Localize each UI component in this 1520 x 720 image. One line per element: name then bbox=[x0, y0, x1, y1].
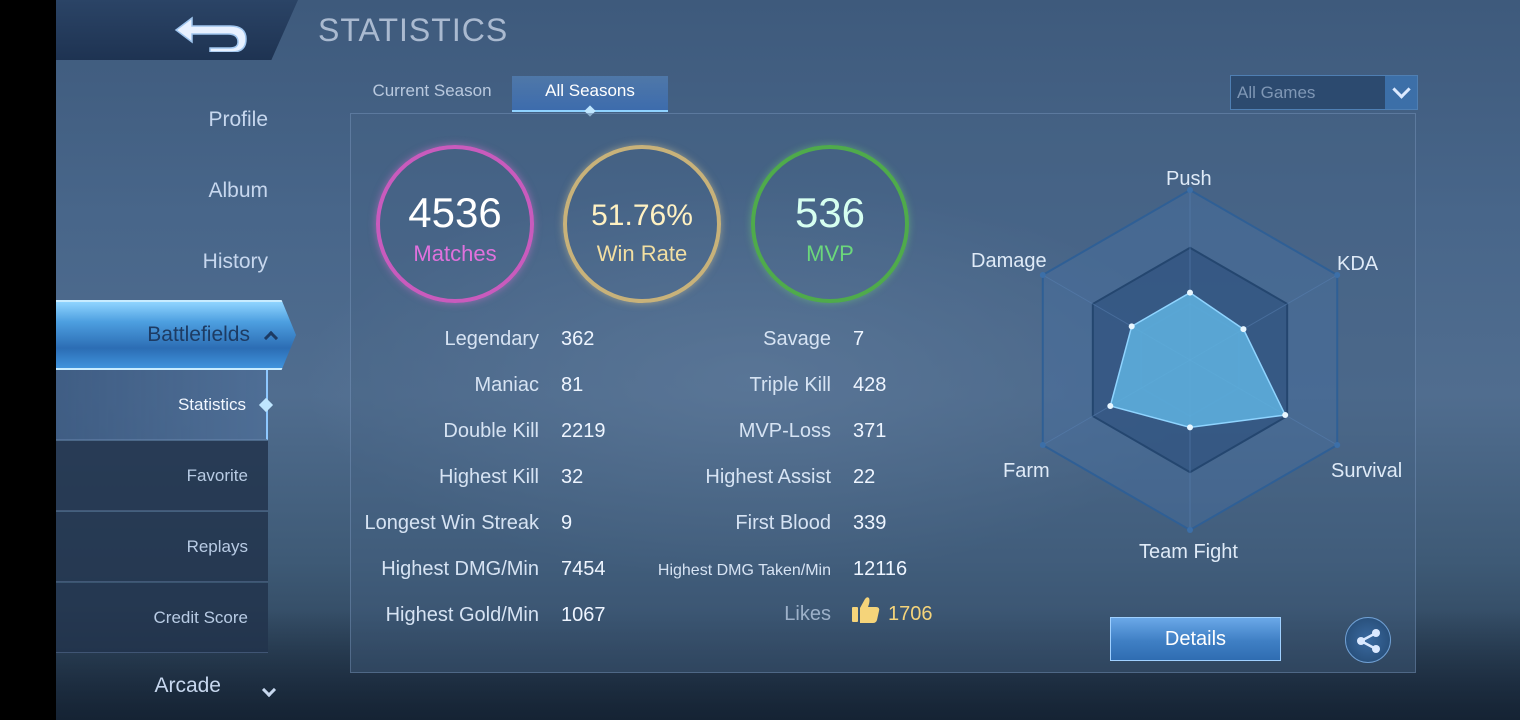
stat-value: 81 bbox=[561, 374, 584, 396]
sidebar-subitem-statistics[interactable]: Statistics bbox=[56, 370, 274, 440]
game-mode-selected: All Games bbox=[1237, 83, 1316, 102]
stat-label: Longest Win Streak bbox=[364, 512, 539, 534]
mvp-label: MVP bbox=[806, 241, 854, 266]
statistics-screen: STATISTICS Profile Album History Battlef… bbox=[0, 0, 1520, 720]
game-mode-select[interactable]: All Games bbox=[1230, 75, 1418, 110]
radar-label-farm: Farm bbox=[1003, 460, 1050, 482]
sidebar-subitem-favorite[interactable]: Favorite bbox=[56, 441, 268, 511]
radar-axis-vertex bbox=[1039, 442, 1046, 448]
win-rate-label: Win Rate bbox=[596, 241, 688, 266]
radar-value-point bbox=[1187, 289, 1193, 296]
sidebar-subitem-label: Statistics bbox=[177, 395, 246, 414]
mvp-ring: 536 MVP bbox=[751, 145, 909, 303]
back-arrow-icon bbox=[174, 16, 247, 52]
stat-value: 7 bbox=[853, 328, 865, 350]
thumbs-up-icon bbox=[852, 597, 880, 623]
matches-label: Matches bbox=[413, 241, 497, 266]
stat-value: 2219 bbox=[561, 420, 606, 442]
header-strip bbox=[56, 0, 166, 60]
stat-value: 9 bbox=[561, 512, 573, 534]
win-rate-value: 51.76% bbox=[591, 199, 693, 232]
stat-value: 339 bbox=[853, 512, 887, 534]
sidebar-item-arcade[interactable]: Arcade bbox=[56, 674, 221, 698]
share-icon bbox=[1357, 629, 1380, 653]
radar-label-push: Push bbox=[1166, 168, 1212, 190]
stat-value: 12116 bbox=[853, 558, 908, 580]
page-title: STATISTICS bbox=[318, 12, 509, 48]
chevron-down-icon[interactable] bbox=[1385, 76, 1417, 109]
sidebar-subitem-credit-score[interactable]: Credit Score bbox=[56, 583, 268, 653]
win-rate-ring: 51.76% Win Rate bbox=[563, 145, 721, 303]
performance-radar-chart bbox=[1039, 187, 1341, 533]
stat-value: 362 bbox=[561, 328, 595, 350]
back-button[interactable] bbox=[150, 0, 298, 60]
stat-value: 32 bbox=[561, 466, 584, 488]
radar-value-point bbox=[1282, 411, 1289, 418]
selected-diamond-icon bbox=[258, 397, 274, 413]
tab-current-season[interactable]: Current Season bbox=[352, 76, 512, 112]
stat-label: MVP-Loss bbox=[738, 420, 831, 442]
stat-value: 428 bbox=[853, 374, 887, 396]
stat-label: Legendary bbox=[444, 328, 539, 350]
sidebar-item-battlefields[interactable]: Battlefields bbox=[56, 300, 296, 370]
sidebar-item-album[interactable]: Album bbox=[56, 179, 268, 203]
radar-label-survival: Survival bbox=[1331, 460, 1403, 482]
stat-label: Highest Assist bbox=[705, 466, 831, 488]
stat-label: Double Kill bbox=[443, 420, 539, 442]
stat-value: 371 bbox=[853, 420, 887, 442]
stat-label: Highest Kill bbox=[438, 466, 539, 488]
share-button[interactable] bbox=[1345, 617, 1391, 663]
sidebar-subitem-replays[interactable]: Replays bbox=[56, 512, 268, 582]
matches-value: 4536 bbox=[408, 189, 502, 236]
screen-edge bbox=[0, 0, 56, 720]
radar-value-point bbox=[1187, 424, 1193, 431]
chevron-up-icon bbox=[263, 330, 279, 346]
radar-value-point bbox=[1128, 323, 1135, 330]
radar-axis-vertex bbox=[1334, 442, 1341, 448]
stat-label: Triple Kill bbox=[749, 374, 832, 396]
radar-label-team-fight: Team Fight bbox=[1139, 541, 1238, 563]
stat-value: 22 bbox=[853, 466, 876, 488]
radar-label-damage: Damage bbox=[971, 250, 1047, 272]
mvp-value: 536 bbox=[794, 189, 866, 236]
matches-ring: 4536 Matches bbox=[376, 145, 534, 303]
stat-label: Savage bbox=[763, 328, 831, 350]
details-button[interactable]: Details bbox=[1110, 617, 1281, 661]
stat-value: 7454 bbox=[561, 558, 606, 580]
radar-label-kda: KDA bbox=[1337, 253, 1379, 275]
stat-label: First Blood bbox=[735, 512, 831, 534]
stat-label: Highest DMG Taken/Min bbox=[657, 562, 831, 579]
sidebar-item-profile[interactable]: Profile bbox=[56, 108, 268, 132]
stat-label: Maniac bbox=[474, 374, 539, 396]
sidebar-item-label: Battlefields bbox=[147, 323, 250, 346]
radar-value-point bbox=[1240, 326, 1247, 333]
radar-value-point bbox=[1107, 403, 1114, 410]
radar-axis-vertex bbox=[1187, 527, 1193, 533]
tab-label: All Seasons bbox=[545, 81, 635, 100]
sidebar-item-history[interactable]: History bbox=[56, 250, 268, 274]
likes-value: 1706 bbox=[888, 603, 933, 625]
tab-all-seasons[interactable]: All Seasons bbox=[512, 76, 668, 117]
stat-label: Highest DMG/Min bbox=[381, 558, 539, 580]
stat-value: 1067 bbox=[561, 604, 606, 626]
likes-label: Likes bbox=[784, 603, 831, 625]
stat-label: Highest Gold/Min bbox=[385, 604, 539, 626]
